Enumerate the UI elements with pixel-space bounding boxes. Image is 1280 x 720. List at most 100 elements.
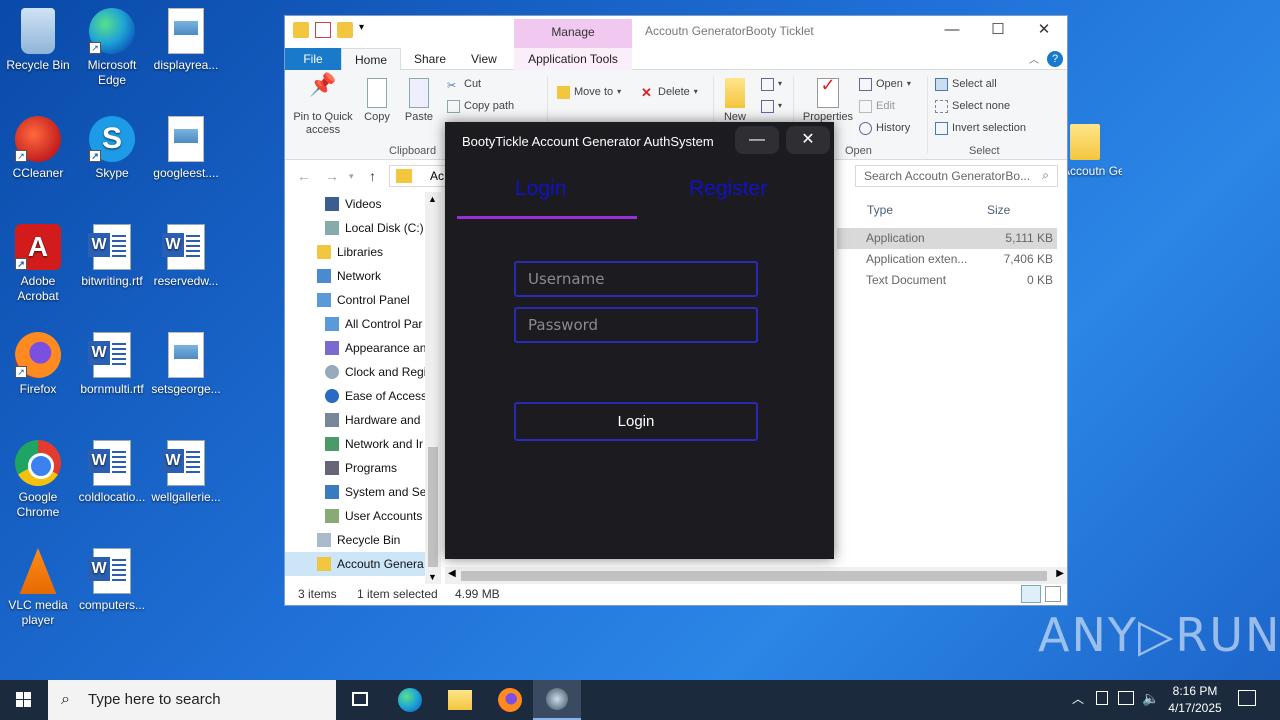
close-button[interactable]: ✕ [786, 126, 830, 154]
chevron-left-icon[interactable]: ◀ [448, 568, 456, 579]
login-button[interactable]: Login [514, 402, 758, 441]
taskbar-auth-app[interactable] [533, 680, 581, 720]
desktop-icon-acrobat[interactable]: A ↗ Adobe Acrobat [0, 224, 76, 304]
copy-path-button[interactable]: Copy path [447, 98, 514, 114]
select-all-button[interactable]: Select all [935, 76, 997, 92]
properties-button[interactable]: ✓ Properties [797, 74, 859, 124]
tree-scrollbar[interactable]: ▲ ▼ [425, 192, 441, 584]
new-folder-button[interactable]: New [709, 74, 761, 124]
chevron-up-icon[interactable]: ▲ [428, 194, 437, 204]
chevron-down-icon[interactable]: ▼ [428, 572, 437, 582]
desktop-icon-chrome[interactable]: Google Chrome [0, 440, 76, 520]
notification-icon[interactable] [1238, 690, 1256, 706]
invert-selection-button[interactable]: Invert selection [935, 120, 1026, 136]
maximize-icon[interactable]: ☐ [975, 16, 1021, 46]
desktop-icon-edge[interactable]: ↗ Microsoft Edge [74, 8, 150, 88]
help-icon[interactable]: ? [1047, 51, 1063, 67]
cut-button[interactable]: ✂ Cut [447, 76, 481, 92]
tab-home[interactable]: Home [341, 48, 402, 71]
new-folder-icon[interactable] [337, 22, 353, 38]
tree-item-local-disk[interactable]: Local Disk (C:) [285, 216, 441, 240]
tree-item-system[interactable]: System and Se [285, 480, 441, 504]
taskbar-edge[interactable] [386, 680, 434, 720]
chevron-up-icon[interactable]: ︿ [1029, 51, 1039, 66]
back-arrow-icon[interactable]: ← [297, 168, 311, 184]
taskbar-firefox[interactable] [486, 680, 534, 720]
tree-item-libraries[interactable]: Libraries [285, 240, 441, 264]
table-row[interactable]: Application exten... 7,406 KB [837, 249, 1057, 270]
edit-button[interactable]: Edit [859, 98, 895, 114]
open-button[interactable]: Open ▾ [859, 76, 911, 92]
pin-quick-access-button[interactable]: 📌 Pin to Quick access [289, 74, 357, 137]
desktop-icon-file[interactable]: setsgeorge... [148, 332, 224, 397]
table-row[interactable]: Application 5,111 KB [837, 228, 1057, 249]
desktop-icon-file[interactable]: wellgallerie... [148, 440, 224, 505]
table-row[interactable]: Text Document 0 KB [837, 270, 1057, 291]
taskbar-search-input[interactable]: ⌕ Type here to search [48, 680, 336, 720]
volume-icon[interactable]: 🔈 [1142, 690, 1159, 707]
tab-register[interactable]: Register [689, 177, 767, 201]
tree-item-clock[interactable]: Clock and Regi [285, 360, 441, 384]
tree-item-programs[interactable]: Programs [285, 456, 441, 480]
easy-access-button[interactable]: ▾ [761, 98, 782, 114]
close-icon[interactable]: ✕ [1021, 16, 1067, 46]
horizontal-scrollbar[interactable]: ◀ ▶ [445, 567, 1067, 584]
chevron-right-icon[interactable]: ▶ [1056, 568, 1064, 579]
column-size[interactable]: Size [987, 203, 1010, 217]
desktop-icon-file[interactable]: coldlocatio... [74, 440, 150, 505]
tab-share[interactable]: Share [401, 48, 459, 70]
desktop-icon-vlc[interactable]: VLC media player [0, 548, 76, 628]
desktop-icon-file[interactable]: reservedw... [148, 224, 224, 289]
scrollbar-thumb[interactable] [428, 447, 438, 567]
tree-item-control-panel[interactable]: Control Panel [285, 288, 441, 312]
up-arrow-icon[interactable]: ↑ [369, 168, 376, 184]
minimize-button[interactable]: — [735, 126, 779, 154]
desktop-icon-folder[interactable]: Accoutn Generator... [1062, 116, 1122, 179]
forward-arrow-icon[interactable]: → [325, 168, 339, 184]
details-view-icon[interactable] [1021, 585, 1041, 603]
tree-item-all-control-panel[interactable]: All Control Par [285, 312, 441, 336]
desktop-icon-file[interactable]: displayrea... [148, 8, 224, 73]
search-input[interactable]: Search Accoutn GeneratorBo... ⌕ [855, 165, 1058, 187]
chevron-down-icon[interactable]: ▾ [349, 171, 354, 182]
history-button[interactable]: History [859, 120, 910, 136]
select-none-button[interactable]: Select none [935, 98, 1010, 114]
desktop-icon-file[interactable]: computers... [74, 548, 150, 613]
clock[interactable]: 8:16 PM 4/17/2025 [1160, 683, 1230, 717]
desktop-icon-file[interactable]: googleest.... [148, 116, 224, 181]
desktop-icon-file[interactable]: bitwriting.rtf [74, 224, 150, 289]
scrollbar-thumb[interactable] [461, 571, 1047, 581]
tree-item-user-accounts[interactable]: User Accounts [285, 504, 441, 528]
minimize-icon[interactable]: — [929, 16, 975, 46]
tab-application-tools[interactable]: Application Tools [514, 48, 632, 70]
tree-item-recycle-bin[interactable]: Recycle Bin [285, 528, 441, 552]
taskbar-file-explorer[interactable] [436, 680, 484, 720]
chevron-down-icon[interactable]: ▾ [359, 22, 369, 38]
large-icons-view-icon[interactable] [1045, 586, 1061, 602]
manage-context-tab[interactable]: Manage [514, 19, 632, 48]
start-button[interactable] [0, 680, 48, 720]
tree-item-network[interactable]: Network [285, 264, 441, 288]
network-icon[interactable] [1118, 691, 1134, 705]
username-input[interactable] [514, 261, 758, 297]
desktop-icon-file[interactable]: bornmulti.rtf [74, 332, 150, 397]
tab-login[interactable]: Login [515, 177, 566, 201]
tree-item-hardware[interactable]: Hardware and [285, 408, 441, 432]
delete-button[interactable]: ✕ Delete ▾ [641, 84, 698, 100]
column-type[interactable]: Type [867, 203, 893, 217]
tree-item-ease-of-access[interactable]: Ease of Access [285, 384, 441, 408]
tab-view[interactable]: View [458, 48, 510, 70]
tree-item-accoutn-generator[interactable]: Accoutn Genera [285, 552, 441, 576]
desktop-icon-ccleaner[interactable]: ↗ CCleaner [0, 116, 76, 181]
tab-file[interactable]: File [285, 48, 341, 70]
move-to-button[interactable]: Move to ▾ [557, 84, 621, 100]
properties-icon[interactable] [315, 22, 331, 38]
tree-item-appearance[interactable]: Appearance an [285, 336, 441, 360]
desktop-icon-skype[interactable]: S ↗ Skype [74, 116, 150, 181]
task-view-button[interactable] [336, 680, 384, 720]
desktop-icon-firefox[interactable]: ↗ Firefox [0, 332, 76, 397]
tree-item-videos[interactable]: Videos [285, 192, 441, 216]
new-item-button[interactable]: ▾ [761, 76, 782, 92]
tree-item-network-internet[interactable]: Network and Ir [285, 432, 441, 456]
tray-device-icon[interactable] [1096, 691, 1108, 705]
